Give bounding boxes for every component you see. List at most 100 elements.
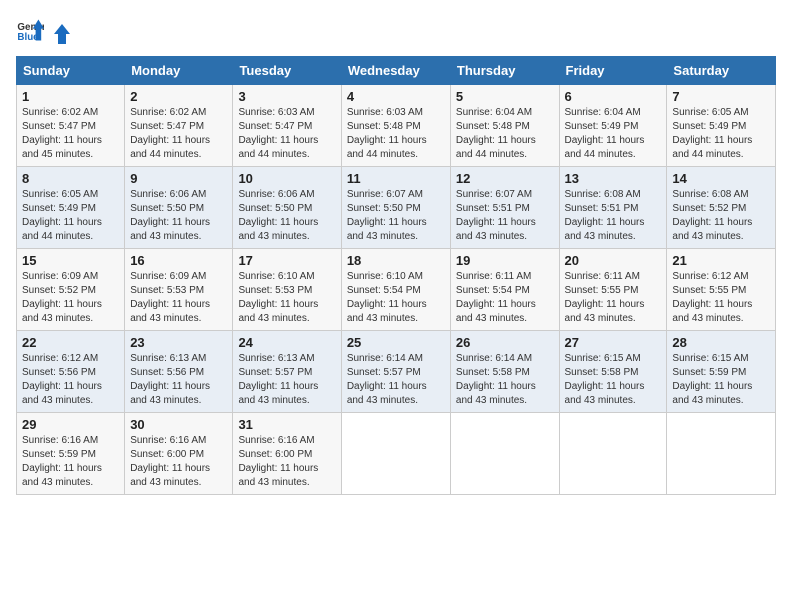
calendar-cell: 21 Sunrise: 6:12 AMSunset: 5:55 PMDayligh… <box>667 249 776 331</box>
day-info: Sunrise: 6:12 AMSunset: 5:55 PMDaylight:… <box>672 271 752 324</box>
day-info: Sunrise: 6:02 AMSunset: 5:47 PMDaylight:… <box>130 107 210 160</box>
calendar-cell: 13 Sunrise: 6:08 AMSunset: 5:51 PMDayligh… <box>559 167 667 249</box>
calendar-cell: 1 Sunrise: 6:02 AMSunset: 5:47 PMDaylight… <box>17 85 125 167</box>
calendar-cell: 11 Sunrise: 6:07 AMSunset: 5:50 PMDayligh… <box>341 167 450 249</box>
calendar-weekday-thursday: Thursday <box>450 57 559 85</box>
day-info: Sunrise: 6:04 AMSunset: 5:48 PMDaylight:… <box>456 107 536 160</box>
day-number: 16 <box>130 253 227 268</box>
day-number: 9 <box>130 171 227 186</box>
day-info: Sunrise: 6:16 AMSunset: 6:00 PMDaylight:… <box>130 435 210 488</box>
calendar-cell: 20 Sunrise: 6:11 AMSunset: 5:55 PMDayligh… <box>559 249 667 331</box>
day-info: Sunrise: 6:10 AMSunset: 5:53 PMDaylight:… <box>238 271 318 324</box>
day-info: Sunrise: 6:07 AMSunset: 5:51 PMDaylight:… <box>456 189 536 242</box>
calendar-cell: 12Sunrise: 6:07 AMSunset: 5:51 PMDayligh… <box>450 167 559 249</box>
day-info: Sunrise: 6:03 AMSunset: 5:47 PMDaylight:… <box>238 107 318 160</box>
day-info: Sunrise: 6:15 AMSunset: 5:59 PMDaylight:… <box>672 353 752 406</box>
day-number: 18 <box>347 253 445 268</box>
calendar-week-row: 15Sunrise: 6:09 AMSunset: 5:52 PMDayligh… <box>17 249 776 331</box>
calendar-body: 1 Sunrise: 6:02 AMSunset: 5:47 PMDaylight… <box>17 85 776 495</box>
day-number: 6 <box>565 89 662 104</box>
day-info: Sunrise: 6:02 AMSunset: 5:47 PMDaylight:… <box>22 107 102 160</box>
calendar-cell: 18 Sunrise: 6:10 AMSunset: 5:54 PMDayligh… <box>341 249 450 331</box>
calendar-week-row: 29 Sunrise: 6:16 AMSunset: 5:59 PMDayligh… <box>17 413 776 495</box>
day-number: 13 <box>565 171 662 186</box>
calendar-cell: 25 Sunrise: 6:14 AMSunset: 5:57 PMDayligh… <box>341 331 450 413</box>
calendar-cell: 9 Sunrise: 6:06 AMSunset: 5:50 PMDaylight… <box>125 167 233 249</box>
day-info: Sunrise: 6:16 AMSunset: 5:59 PMDaylight:… <box>22 435 102 488</box>
day-number: 5 <box>456 89 554 104</box>
calendar-weekday-friday: Friday <box>559 57 667 85</box>
day-number: 4 <box>347 89 445 104</box>
day-number: 1 <box>22 89 119 104</box>
calendar-cell: 26 Sunrise: 6:14 AMSunset: 5:58 PMDayligh… <box>450 331 559 413</box>
logo-icon: General Blue <box>16 16 44 44</box>
day-number: 14 <box>672 171 770 186</box>
day-number: 26 <box>456 335 554 350</box>
day-number: 2 <box>130 89 227 104</box>
calendar-week-row: 22Sunrise: 6:12 AMSunset: 5:56 PMDayligh… <box>17 331 776 413</box>
day-info: Sunrise: 6:06 AMSunset: 5:50 PMDaylight:… <box>130 189 210 242</box>
day-info: Sunrise: 6:08 AMSunset: 5:51 PMDaylight:… <box>565 189 645 242</box>
day-number: 21 <box>672 253 770 268</box>
calendar-cell: 28 Sunrise: 6:15 AMSunset: 5:59 PMDayligh… <box>667 331 776 413</box>
day-info: Sunrise: 6:06 AMSunset: 5:50 PMDaylight:… <box>238 189 318 242</box>
day-number: 28 <box>672 335 770 350</box>
day-info: Sunrise: 6:08 AMSunset: 5:52 PMDaylight:… <box>672 189 752 242</box>
calendar-weekday-monday: Monday <box>125 57 233 85</box>
day-number: 22 <box>22 335 119 350</box>
day-number: 25 <box>347 335 445 350</box>
day-info: Sunrise: 6:04 AMSunset: 5:49 PMDaylight:… <box>565 107 645 160</box>
day-info: Sunrise: 6:14 AMSunset: 5:58 PMDaylight:… <box>456 353 536 406</box>
calendar-cell: 15Sunrise: 6:09 AMSunset: 5:52 PMDayligh… <box>17 249 125 331</box>
day-number: 31 <box>238 417 335 432</box>
day-info: Sunrise: 6:15 AMSunset: 5:58 PMDaylight:… <box>565 353 645 406</box>
day-number: 11 <box>347 171 445 186</box>
calendar-cell: 29 Sunrise: 6:16 AMSunset: 5:59 PMDayligh… <box>17 413 125 495</box>
calendar-weekday-wednesday: Wednesday <box>341 57 450 85</box>
calendar-cell: 7 Sunrise: 6:05 AMSunset: 5:49 PMDaylight… <box>667 85 776 167</box>
day-number: 27 <box>565 335 662 350</box>
day-info: Sunrise: 6:13 AMSunset: 5:56 PMDaylight:… <box>130 353 210 406</box>
calendar-weekday-tuesday: Tuesday <box>233 57 341 85</box>
day-info: Sunrise: 6:07 AMSunset: 5:50 PMDaylight:… <box>347 189 427 242</box>
calendar-week-row: 1 Sunrise: 6:02 AMSunset: 5:47 PMDaylight… <box>17 85 776 167</box>
calendar-cell: 19Sunrise: 6:11 AMSunset: 5:54 PMDayligh… <box>450 249 559 331</box>
day-info: Sunrise: 6:13 AMSunset: 5:57 PMDaylight:… <box>238 353 318 406</box>
day-info: Sunrise: 6:11 AMSunset: 5:55 PMDaylight:… <box>565 271 645 324</box>
page-header: General Blue <box>16 16 776 44</box>
day-info: Sunrise: 6:05 AMSunset: 5:49 PMDaylight:… <box>22 189 102 242</box>
calendar-cell <box>559 413 667 495</box>
calendar-cell <box>450 413 559 495</box>
day-info: Sunrise: 6:09 AMSunset: 5:53 PMDaylight:… <box>130 271 210 324</box>
calendar-cell: 8 Sunrise: 6:05 AMSunset: 5:49 PMDaylight… <box>17 167 125 249</box>
calendar-cell: 14 Sunrise: 6:08 AMSunset: 5:52 PMDayligh… <box>667 167 776 249</box>
day-number: 8 <box>22 171 119 186</box>
day-info: Sunrise: 6:14 AMSunset: 5:57 PMDaylight:… <box>347 353 427 406</box>
day-number: 19 <box>456 253 554 268</box>
day-info: Sunrise: 6:03 AMSunset: 5:48 PMDaylight:… <box>347 107 427 160</box>
day-number: 24 <box>238 335 335 350</box>
day-number: 17 <box>238 253 335 268</box>
calendar-cell: 22Sunrise: 6:12 AMSunset: 5:56 PMDayligh… <box>17 331 125 413</box>
calendar-cell: 16 Sunrise: 6:09 AMSunset: 5:53 PMDayligh… <box>125 249 233 331</box>
calendar-cell: 17 Sunrise: 6:10 AMSunset: 5:53 PMDayligh… <box>233 249 341 331</box>
calendar-weekday-sunday: Sunday <box>17 57 125 85</box>
day-info: Sunrise: 6:10 AMSunset: 5:54 PMDaylight:… <box>347 271 427 324</box>
day-number: 23 <box>130 335 227 350</box>
day-number: 20 <box>565 253 662 268</box>
logo-flag-icon <box>50 22 74 46</box>
day-number: 29 <box>22 417 119 432</box>
calendar-cell: 2 Sunrise: 6:02 AMSunset: 5:47 PMDaylight… <box>125 85 233 167</box>
calendar-cell: 10Sunrise: 6:06 AMSunset: 5:50 PMDayligh… <box>233 167 341 249</box>
calendar-cell: 4 Sunrise: 6:03 AMSunset: 5:48 PMDaylight… <box>341 85 450 167</box>
day-info: Sunrise: 6:16 AMSunset: 6:00 PMDaylight:… <box>238 435 318 488</box>
calendar-header-row: SundayMondayTuesdayWednesdayThursdayFrid… <box>17 57 776 85</box>
calendar-cell: 6 Sunrise: 6:04 AMSunset: 5:49 PMDaylight… <box>559 85 667 167</box>
calendar-cell: 24 Sunrise: 6:13 AMSunset: 5:57 PMDayligh… <box>233 331 341 413</box>
calendar-cell: 31 Sunrise: 6:16 AMSunset: 6:00 PMDayligh… <box>233 413 341 495</box>
calendar-cell: 3Sunrise: 6:03 AMSunset: 5:47 PMDaylight… <box>233 85 341 167</box>
day-number: 7 <box>672 89 770 104</box>
calendar-cell: 27 Sunrise: 6:15 AMSunset: 5:58 PMDayligh… <box>559 331 667 413</box>
calendar-cell <box>341 413 450 495</box>
day-info: Sunrise: 6:05 AMSunset: 5:49 PMDaylight:… <box>672 107 752 160</box>
